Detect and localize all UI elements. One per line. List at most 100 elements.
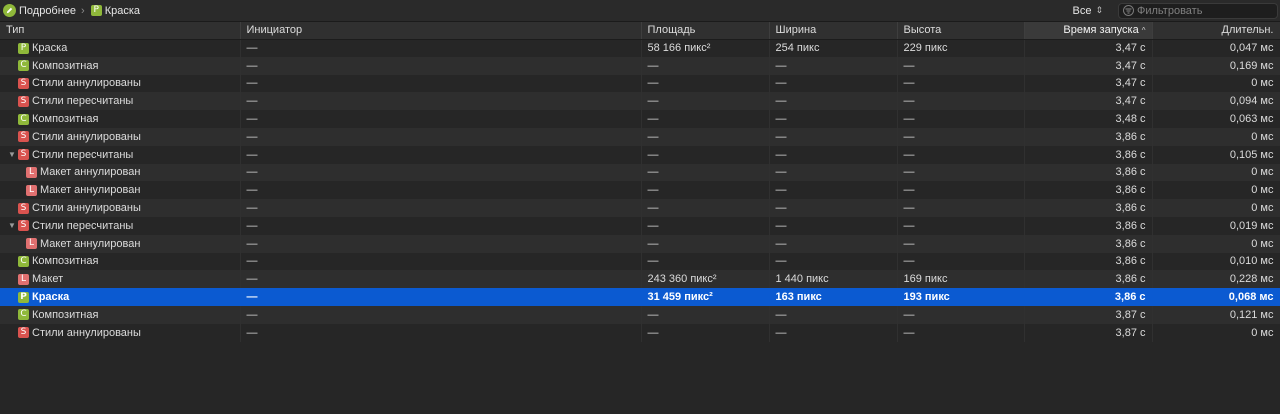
cell-area: —	[641, 234, 770, 253]
cell-height: 169 пикс	[897, 270, 1025, 289]
cell-duration: 0,121 мс	[1152, 305, 1280, 324]
type-label: Макет	[32, 273, 64, 286]
column-header-start-time[interactable]: Время запуска ^	[1024, 22, 1153, 40]
cell-width: —	[769, 305, 898, 324]
breadcrumb-separator-icon: ›	[81, 4, 85, 17]
breadcrumb-label: Краска	[104, 4, 141, 17]
cell-area: —	[641, 199, 770, 217]
table-row[interactable]: C Композитная — — — —3,48 с 0,063 мс	[0, 110, 1280, 128]
cell-duration: 0,019 мс	[1152, 216, 1280, 235]
table-row[interactable]: ▼ S Стили пересчитаны — — — —3,86 с 0,019 мс	[0, 216, 1280, 235]
table-row[interactable]: L Макет аннулирован — — — —3,86 с0 мс	[0, 181, 1280, 200]
table-row[interactable]: L Макет аннулирован — — — —3,86 с0 мс	[0, 163, 1280, 182]
table-row[interactable]: L Макет —243 360 пикс² 1 440 пикс 169 пикс 3,…	[0, 270, 1280, 289]
type-label: Стили аннулированы	[32, 77, 141, 90]
breadcrumb-item-paint[interactable]: P Краска	[90, 0, 141, 21]
type-cell-content: C Композитная	[6, 309, 239, 321]
cell-height: —	[897, 234, 1025, 253]
cell-start-time: 3,86 с	[1024, 127, 1153, 146]
composite-badge-icon: C	[18, 255, 29, 267]
disclosure-triangle-icon[interactable]: ▼	[6, 221, 18, 230]
cell-start-time: 3,86 с	[1024, 163, 1153, 182]
breadcrumb-item-details[interactable]: Подробнее	[3, 0, 76, 21]
cell-height: —	[897, 145, 1025, 164]
cell-area: 243 360 пикс²	[641, 270, 770, 289]
cell-start-time: 3,86 с	[1024, 252, 1153, 271]
column-header-width[interactable]: Ширина	[769, 22, 898, 40]
styles-badge-icon: S	[18, 327, 29, 339]
column-header-duration[interactable]: Длительн.	[1152, 22, 1280, 40]
cell-height: —	[897, 199, 1025, 217]
table-row[interactable]: C Композитная — — — —3,87 с 0,121 мс	[0, 305, 1280, 324]
cell-area: —	[641, 323, 770, 342]
cell-width: 163 пикс	[769, 288, 898, 306]
cell-type: P Краска	[0, 39, 241, 57]
type-label: Стили аннулированы	[32, 326, 141, 339]
table-row[interactable]: S Стили аннулированы — — — —3,47 с0 мс	[0, 74, 1280, 93]
cell-width: —	[769, 56, 898, 75]
cell-start-time: 3,86 с	[1024, 270, 1153, 289]
cell-type: L Макет аннулирован	[0, 181, 241, 200]
type-cell-content: S Стили аннулированы	[6, 202, 239, 214]
styles-badge-icon: S	[18, 95, 29, 107]
cell-duration: 0 мс	[1152, 127, 1280, 146]
table-row[interactable]: C Композитная — — — —3,86 с 0,010 мс	[0, 252, 1280, 271]
table-row[interactable]: S Стили аннулированы — — — —3,87 с0 мс	[0, 323, 1280, 342]
cell-height: —	[897, 216, 1025, 235]
column-header-height[interactable]: Высота	[897, 22, 1025, 40]
cell-duration: 0 мс	[1152, 181, 1280, 200]
cell-area: 31 459 пикс²	[641, 288, 770, 306]
styles-badge-icon: S	[18, 131, 29, 143]
cell-height: 193 пикс	[897, 288, 1025, 306]
table-header: Тип Инициатор Площадь Ширина Высота Врем…	[0, 22, 1280, 40]
cell-height: —	[897, 305, 1025, 324]
column-header-type[interactable]: Тип	[0, 22, 241, 40]
cell-type: ▼ S Стили пересчитаны	[0, 216, 241, 235]
table-row[interactable]: S Стили аннулированы — — — —3,86 с0 мс	[0, 127, 1280, 146]
cell-type: L Макет аннулирован	[0, 163, 241, 182]
top-bar: Подробнее › P Краска Все ⇕	[0, 0, 1280, 22]
column-header-area[interactable]: Площадь	[641, 22, 770, 40]
table-row[interactable]: P Краска —58 166 пикс² 254 пикс 229 пикс 3,47…	[0, 39, 1280, 57]
composite-badge-icon: C	[18, 309, 29, 321]
table-row[interactable]: S Стили аннулированы — — — —3,86 с0 мс	[0, 199, 1280, 217]
table-row[interactable]: ▼ S Стили пересчитаны — — — —3,86 с 0,105 мс	[0, 145, 1280, 164]
cell-area: 58 166 пикс²	[641, 39, 770, 57]
cell-duration: 0 мс	[1152, 163, 1280, 182]
table-row[interactable]: C Композитная — — — —3,47 с 0,169 мс	[0, 56, 1280, 75]
cell-initiator: —	[240, 252, 642, 271]
cell-height: —	[897, 181, 1025, 200]
table-row[interactable]: L Макет аннулирован — — — —3,86 с0 мс	[0, 234, 1280, 253]
disclosure-triangle-icon[interactable]: ▼	[6, 150, 18, 159]
cell-initiator: —	[240, 92, 642, 111]
filter-icon	[1123, 5, 1134, 16]
cell-area: —	[641, 252, 770, 271]
column-header-initiator[interactable]: Инициатор	[240, 22, 642, 40]
styles-badge-icon: S	[18, 77, 29, 89]
cell-start-time: 3,87 с	[1024, 323, 1153, 342]
table-row[interactable]: S Стили пересчитаны — — — —3,47 с 0,094 мс	[0, 92, 1280, 111]
styles-badge-icon: S	[18, 220, 29, 232]
cell-start-time: 3,47 с	[1024, 92, 1153, 111]
cell-area: —	[641, 305, 770, 324]
cell-width: —	[769, 181, 898, 200]
events-table: Тип Инициатор Площадь Ширина Высота Врем…	[0, 22, 1280, 342]
table-row-selected[interactable]: P Краска —31 459 пикс² 163 пикс 193 пикс 3,86…	[0, 288, 1280, 306]
type-label: Стили пересчитаны	[32, 219, 134, 232]
cell-initiator: —	[240, 323, 642, 342]
cell-start-time: 3,86 с	[1024, 145, 1153, 164]
cell-height: —	[897, 74, 1025, 93]
type-label: Стили аннулированы	[32, 130, 141, 143]
cell-start-time: 3,47 с	[1024, 74, 1153, 93]
filter-field[interactable]	[1118, 2, 1278, 19]
cell-width: 1 440 пикс	[769, 270, 898, 289]
filter-input[interactable]	[1137, 4, 1267, 17]
cell-start-time: 3,87 с	[1024, 305, 1153, 324]
paint-badge-icon: P	[90, 5, 102, 16]
cell-height: —	[897, 127, 1025, 146]
type-cell-content: P Краска	[6, 42, 239, 54]
cell-duration: 0,228 мс	[1152, 270, 1280, 289]
cell-initiator: —	[240, 56, 642, 75]
cell-type: S Стили аннулированы	[0, 74, 241, 93]
filter-type-dropdown[interactable]: Все ⇕	[1072, 5, 1103, 17]
